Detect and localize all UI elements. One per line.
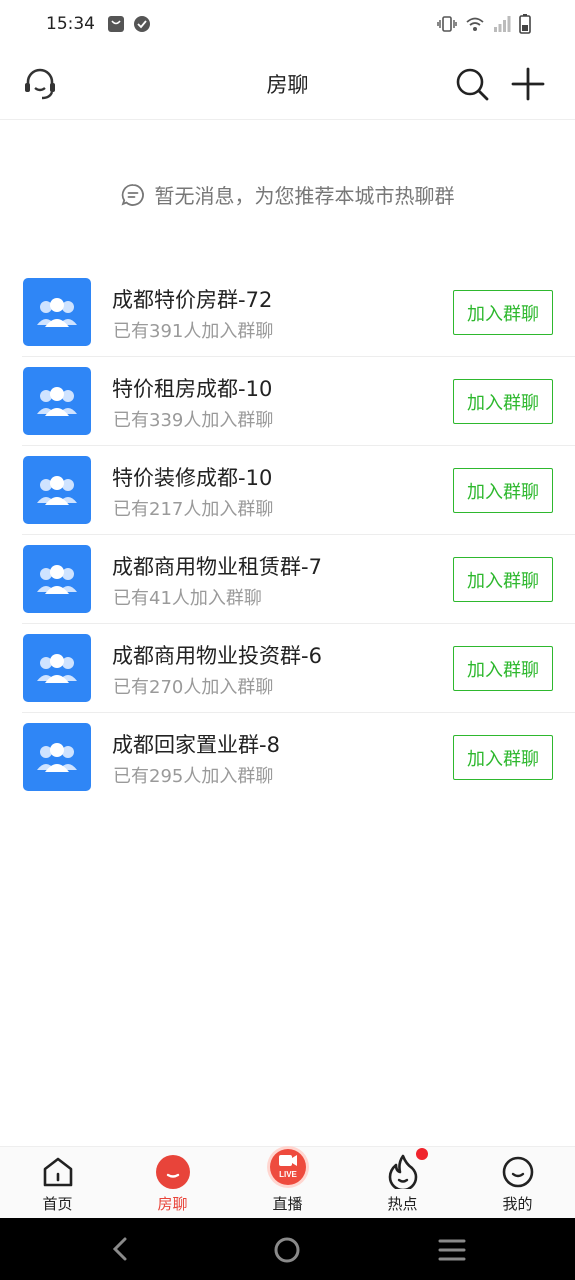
group-name: 特价租房成都-10 xyxy=(112,377,273,401)
headset-icon xyxy=(25,68,55,100)
group-member-count: 已有391人加入群聊 xyxy=(113,321,274,342)
empty-hint-text: 暂无消息，为您推荐本城市热聊群 xyxy=(154,184,455,208)
group-avatar xyxy=(23,723,91,791)
group-row[interactable]: 成都特价房群-72 已有391人加入群聊 加入群聊 xyxy=(22,268,575,357)
join-group-button[interactable]: 加入群聊 xyxy=(453,735,553,780)
group-name: 成都商用物业租赁群-7 xyxy=(112,555,322,579)
chat-bubble-icon xyxy=(155,1155,190,1189)
svg-text:LIVE: LIVE xyxy=(279,1170,297,1179)
app-header: 房聊 xyxy=(0,48,575,120)
group-people-icon xyxy=(37,387,77,416)
tab-hot[interactable]: 热点 xyxy=(345,1147,460,1219)
system-nav-bar xyxy=(0,1218,575,1280)
group-member-count: 已有217人加入群聊 xyxy=(113,499,274,520)
group-avatar xyxy=(23,545,91,613)
join-group-button[interactable]: 加入群聊 xyxy=(453,379,553,424)
group-avatar xyxy=(23,367,91,435)
message-icon xyxy=(121,183,144,206)
tab-live-label: 直播 xyxy=(272,1195,303,1213)
join-group-button[interactable]: 加入群聊 xyxy=(453,290,553,335)
check-circle-icon xyxy=(134,16,150,32)
group-people-icon xyxy=(37,476,77,505)
tab-profile[interactable]: 我的 xyxy=(460,1147,575,1219)
vibrate-icon xyxy=(437,16,457,32)
search-button[interactable] xyxy=(454,66,490,102)
group-name: 成都商用物业投资群-6 xyxy=(112,644,322,668)
wifi-icon xyxy=(466,17,484,31)
join-group-button[interactable]: 加入群聊 xyxy=(453,646,553,691)
signal-icon xyxy=(494,16,511,32)
group-people-icon xyxy=(37,654,77,683)
group-name: 特价装修成都-10 xyxy=(112,466,273,490)
group-member-count: 已有339人加入群聊 xyxy=(113,410,274,431)
live-icon: LIVE xyxy=(266,1146,309,1188)
group-avatar xyxy=(23,278,91,346)
search-icon xyxy=(456,68,489,101)
group-row[interactable]: 成都商用物业投资群-6 已有270人加入群聊 加入群聊 xyxy=(22,624,575,713)
page-title: 房聊 xyxy=(266,72,309,97)
join-group-button[interactable]: 加入群聊 xyxy=(453,557,553,602)
tab-chat[interactable]: 房聊 xyxy=(115,1147,230,1219)
group-row[interactable]: 特价租房成都-10 已有339人加入群聊 加入群聊 xyxy=(22,357,575,446)
tab-home-label: 首页 xyxy=(42,1195,73,1213)
tab-live[interactable]: LIVE 直播 xyxy=(230,1146,345,1219)
group-name: 成都回家置业群-8 xyxy=(112,733,280,757)
customer-service-button[interactable] xyxy=(22,66,58,102)
group-people-icon xyxy=(37,298,77,327)
back-icon[interactable] xyxy=(108,1236,134,1262)
group-list: 成都特价房群-72 已有391人加入群聊 加入群聊 特价租房成都-10 已有33… xyxy=(22,268,575,802)
group-member-count: 已有295人加入群聊 xyxy=(113,766,274,787)
empty-hint: 暂无消息，为您推荐本城市热聊群 xyxy=(0,180,575,209)
recents-icon[interactable] xyxy=(438,1237,466,1263)
tab-home[interactable]: 首页 xyxy=(0,1147,115,1219)
group-member-count: 已有270人加入群聊 xyxy=(113,677,274,698)
group-avatar xyxy=(23,634,91,702)
tab-hot-label: 热点 xyxy=(387,1195,418,1213)
status-time: 15:34 xyxy=(46,14,95,34)
bottom-tab-bar: 首页 房聊 LIVE 直播 热点 我的 xyxy=(0,1146,575,1218)
battery-icon xyxy=(519,14,531,34)
status-bar: 15:34 xyxy=(0,0,575,48)
group-people-icon xyxy=(37,565,77,594)
tab-profile-label: 我的 xyxy=(502,1195,533,1213)
join-group-button[interactable]: 加入群聊 xyxy=(453,468,553,513)
home-icon xyxy=(43,1157,72,1187)
group-row[interactable]: 特价装修成都-10 已有217人加入群聊 加入群聊 xyxy=(22,446,575,535)
group-avatar xyxy=(23,456,91,524)
home-nav-icon[interactable] xyxy=(273,1236,301,1264)
group-row[interactable]: 成都回家置业群-8 已有295人加入群聊 加入群聊 xyxy=(22,713,575,802)
shopping-bag-icon xyxy=(108,16,124,32)
flame-icon xyxy=(388,1154,417,1189)
group-row[interactable]: 成都商用物业租赁群-7 已有41人加入群聊 加入群聊 xyxy=(22,535,575,624)
group-people-icon xyxy=(37,743,77,772)
notification-badge xyxy=(416,1148,428,1160)
plus-icon xyxy=(511,67,545,101)
group-member-count: 已有41人加入群聊 xyxy=(113,588,262,609)
group-name: 成都特价房群-72 xyxy=(112,288,273,312)
tab-chat-label: 房聊 xyxy=(157,1195,188,1213)
profile-icon xyxy=(502,1156,533,1188)
add-button[interactable] xyxy=(510,66,546,102)
